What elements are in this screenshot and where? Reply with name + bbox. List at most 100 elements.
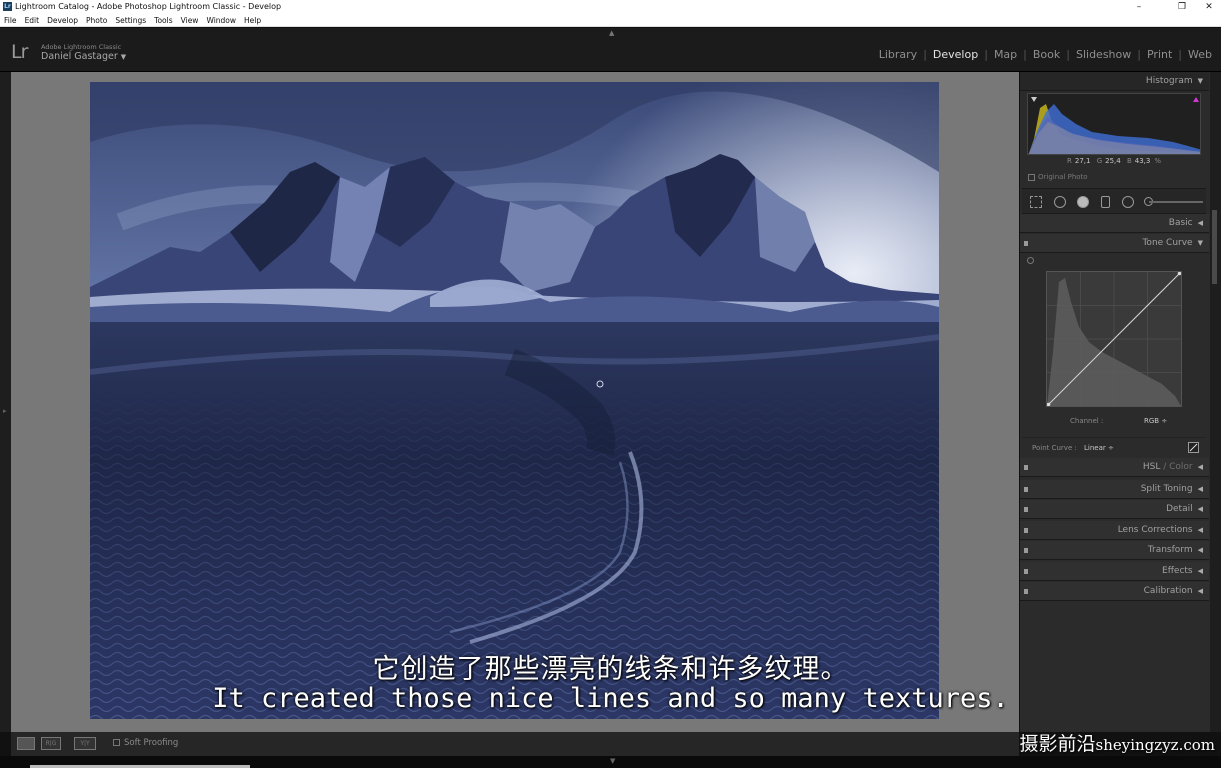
edit-point-curve-icon[interactable] xyxy=(1188,442,1199,453)
tone-curve-panel-header[interactable]: Tone Curve ▼ xyxy=(1020,234,1209,253)
histogram-graph xyxy=(1028,97,1200,154)
targeted-adjustment-icon[interactable] xyxy=(1027,257,1034,264)
hsl-panel-header[interactable]: HSL / Color ◀ xyxy=(1020,458,1209,477)
highlight-clipping-icon[interactable] xyxy=(1193,97,1199,102)
maximize-button[interactable]: ❐ xyxy=(1167,0,1197,14)
panel-switch-icon[interactable] xyxy=(1024,548,1028,553)
transform-panel-header[interactable]: Transform ◀ xyxy=(1020,541,1209,560)
module-print[interactable]: Print xyxy=(1141,48,1178,61)
menu-window[interactable]: Window xyxy=(202,14,240,27)
channel-value[interactable]: RGB ÷ xyxy=(1144,417,1167,425)
blue-label: B xyxy=(1126,157,1132,165)
image-canvas[interactable] xyxy=(11,72,1019,732)
menu-edit[interactable]: Edit xyxy=(21,14,44,27)
module-book[interactable]: Book xyxy=(1027,48,1066,61)
radial-filter-icon[interactable] xyxy=(1122,196,1134,208)
panel-switch-icon[interactable] xyxy=(1024,241,1028,246)
collapse-triangle-icon: ▼ xyxy=(1197,77,1203,85)
histogram-display[interactable] xyxy=(1027,93,1201,155)
module-library[interactable]: Library xyxy=(873,48,923,61)
panel-switch-icon[interactable] xyxy=(1024,507,1028,512)
panel-switch-icon[interactable] xyxy=(1024,487,1028,492)
module-map[interactable]: Map xyxy=(988,48,1023,61)
red-label: R xyxy=(1066,157,1072,165)
checkbox-icon xyxy=(1028,173,1035,181)
red-value: 27,1 xyxy=(1074,157,1091,165)
menu-help[interactable]: Help xyxy=(240,14,265,27)
close-button[interactable]: ✕ xyxy=(1194,0,1221,14)
site-watermark: 摄影前沿sheyingzyz.com xyxy=(1020,729,1216,756)
panel-switch-icon[interactable] xyxy=(1024,528,1028,533)
calibration-panel-header[interactable]: Calibration ◀ xyxy=(1020,582,1209,601)
expand-filmstrip-icon[interactable]: ▼ xyxy=(610,757,615,765)
histogram-header[interactable]: Histogram ▼ xyxy=(1020,72,1209,91)
point-curve-value[interactable]: Linear ÷ xyxy=(1084,444,1114,452)
menu-file[interactable]: File xyxy=(0,14,21,27)
menu-settings[interactable]: Settings xyxy=(111,14,150,27)
identity-plate[interactable]: Daniel Gastager ▼ xyxy=(41,51,126,62)
top-panel-collapse-icon[interactable]: ▲ xyxy=(609,29,614,37)
develop-tool-strip xyxy=(1022,188,1206,214)
left-panel-collapsed[interactable]: ▸ xyxy=(0,72,11,732)
expand-triangle-icon: ◀ xyxy=(1197,219,1203,227)
crop-tool-icon[interactable] xyxy=(1030,196,1042,208)
percent-unit: % xyxy=(1154,157,1162,165)
detail-title: Detail xyxy=(1166,504,1193,514)
expand-triangle-icon: ◀ xyxy=(1197,526,1203,534)
bottom-toolbar: R|G Y|Y Soft Proofing xyxy=(11,732,1019,756)
green-label: G xyxy=(1096,157,1103,165)
red-eye-tool-icon[interactable] xyxy=(1077,196,1089,208)
panel-scrollbar[interactable] xyxy=(1212,210,1217,284)
before-after-swap-button[interactable]: Y|Y xyxy=(74,737,96,750)
menu-photo[interactable]: Photo xyxy=(82,14,111,27)
panel-switch-icon[interactable] xyxy=(1024,589,1028,594)
lightroom-logo: Lr xyxy=(11,41,28,63)
photo-preview[interactable] xyxy=(90,82,939,719)
chevron-down-icon: ▼ xyxy=(120,53,127,61)
right-panel-scroll-edge xyxy=(1210,72,1221,732)
lens-corrections-panel-header[interactable]: Lens Corrections ◀ xyxy=(1020,521,1209,540)
graduated-filter-icon[interactable] xyxy=(1101,196,1110,208)
window-title-bar: Lr Lightroom Catalog - Adobe Photoshop L… xyxy=(0,0,1221,14)
expand-left-panel-icon[interactable]: ▸ xyxy=(3,407,7,415)
original-photo-checkbox[interactable]: Original Photo xyxy=(1028,173,1088,181)
shadow-clipping-icon[interactable] xyxy=(1031,97,1037,102)
original-photo-label: Original Photo xyxy=(1038,173,1088,181)
soft-proofing-checkbox[interactable]: Soft Proofing xyxy=(113,738,178,748)
menu-tools[interactable]: Tools xyxy=(150,14,176,27)
detail-panel-header[interactable]: Detail ◀ xyxy=(1020,500,1209,519)
effects-title: Effects xyxy=(1162,566,1193,576)
hsl-title: HSL xyxy=(1142,462,1161,472)
tone-curve-graph[interactable] xyxy=(1046,271,1182,407)
split-toning-title: Split Toning xyxy=(1140,484,1193,494)
before-after-view-button[interactable]: R|G xyxy=(41,737,61,750)
expand-triangle-icon: ◀ xyxy=(1197,463,1203,471)
histogram-title: Histogram xyxy=(1145,76,1193,86)
loupe-view-button[interactable] xyxy=(17,737,35,750)
menu-view[interactable]: View xyxy=(177,14,203,27)
basic-panel-header[interactable]: Basic ◀ xyxy=(1020,214,1209,233)
watermark-latin: sheyingzyz.com xyxy=(1095,736,1215,754)
panel-switch-icon[interactable] xyxy=(1024,569,1028,574)
expand-triangle-icon: ◀ xyxy=(1197,505,1203,513)
expand-triangle-icon: ◀ xyxy=(1197,485,1203,493)
expand-triangle-icon: ◀ xyxy=(1197,567,1203,575)
filmstrip-collapsed[interactable]: ▼ xyxy=(0,756,1221,768)
mountain-landscape-photo xyxy=(90,82,939,719)
spot-removal-tool-icon[interactable] xyxy=(1054,196,1066,208)
module-develop[interactable]: Develop xyxy=(927,48,984,61)
user-name: Daniel Gastager xyxy=(41,51,118,62)
menu-bar: File Edit Develop Photo Settings Tools View Win… xyxy=(0,14,1221,27)
tone-curve-plot xyxy=(1046,271,1182,407)
expand-triangle-icon: ◀ xyxy=(1197,587,1203,595)
panel-switch-icon[interactable] xyxy=(1024,465,1028,470)
module-picker-bar: Lr Adobe Lightroom Classic Daniel Gastag… xyxy=(0,28,1221,72)
split-toning-panel-header[interactable]: Split Toning ◀ xyxy=(1020,480,1209,499)
histogram-rgb-readout: R 27,1 G 25,4 B 43,3% xyxy=(1027,157,1201,165)
menu-develop[interactable]: Develop xyxy=(43,14,82,27)
module-web[interactable]: Web xyxy=(1182,48,1218,61)
minimize-button[interactable]: – xyxy=(1124,0,1154,14)
tool-slider-track[interactable] xyxy=(1149,201,1203,203)
module-slideshow[interactable]: Slideshow xyxy=(1070,48,1137,61)
effects-panel-header[interactable]: Effects ◀ xyxy=(1020,562,1209,581)
